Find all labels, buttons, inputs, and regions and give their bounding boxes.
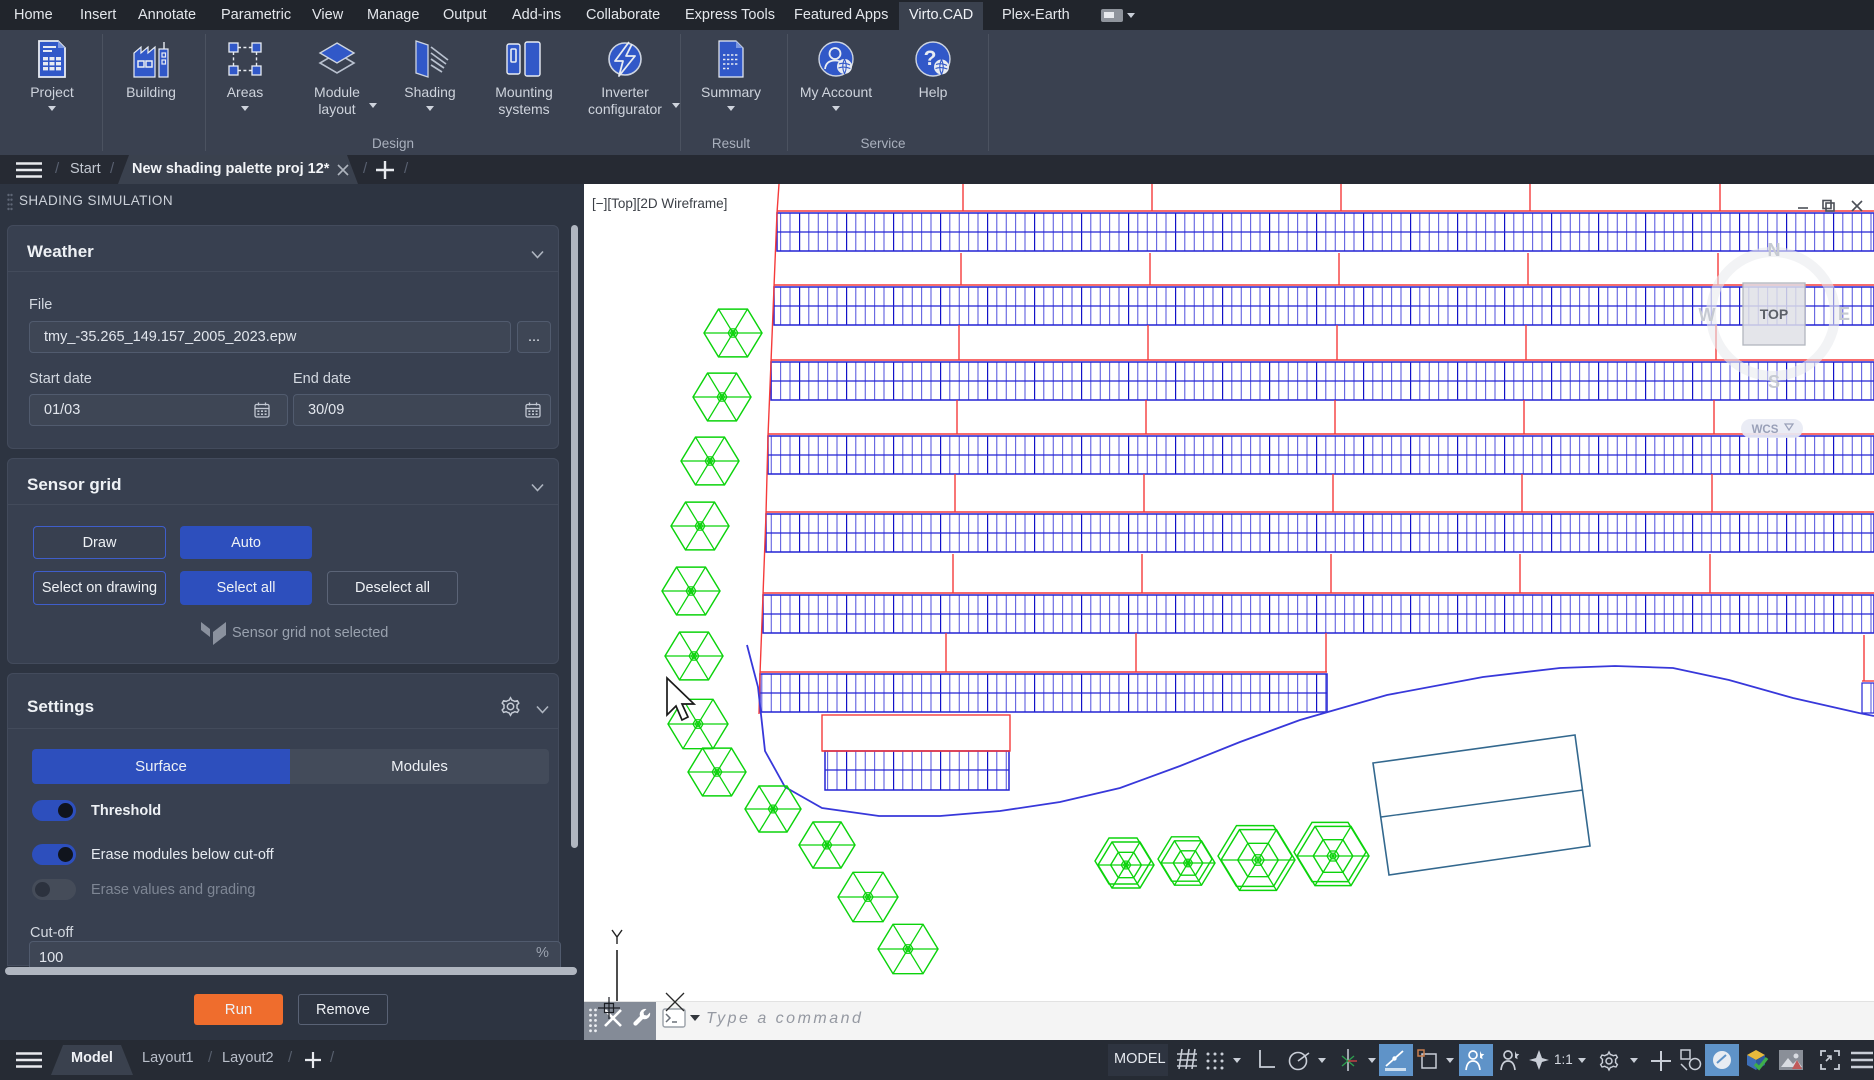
svg-text:W: W xyxy=(1699,305,1716,325)
svg-text:N: N xyxy=(1768,240,1781,260)
svg-text:TOP: TOP xyxy=(1760,306,1789,322)
svg-text:WCS: WCS xyxy=(1752,424,1779,436)
svg-text:S: S xyxy=(1768,372,1780,392)
svg-text:E: E xyxy=(1838,304,1850,324)
